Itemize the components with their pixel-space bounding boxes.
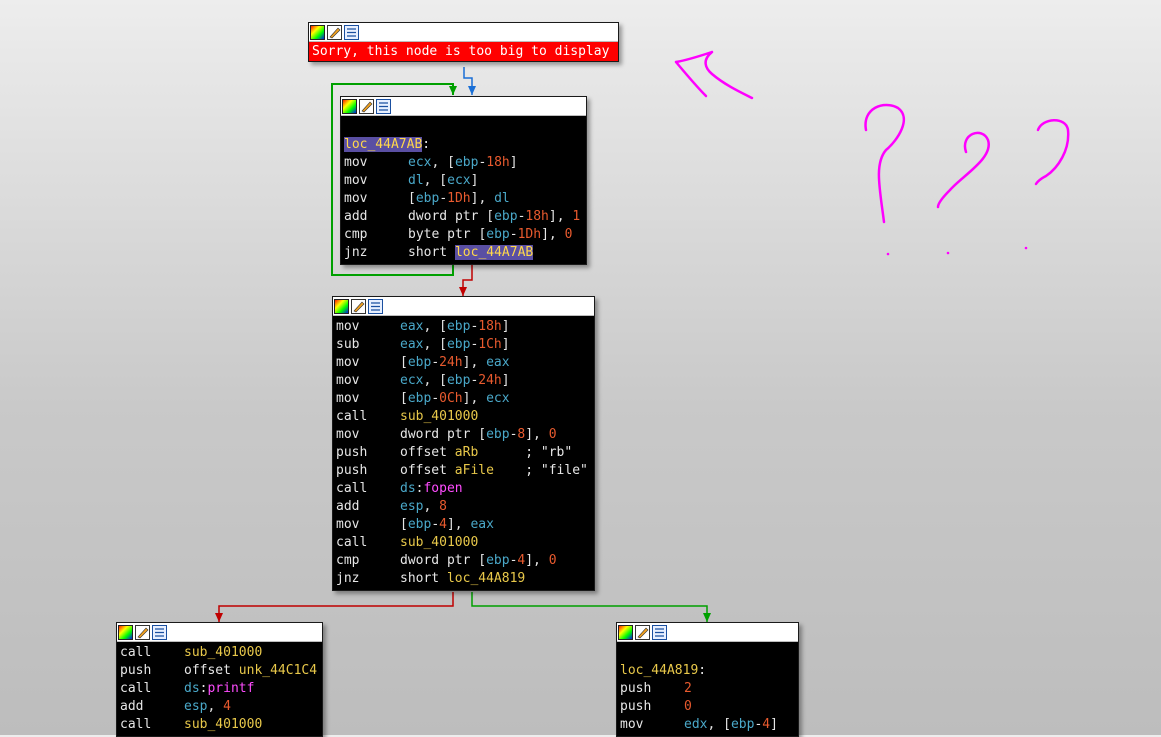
question-mark-3 (1034, 119, 1070, 186)
arrow-scribble (674, 50, 754, 100)
handwritten-annotation (674, 50, 1070, 256)
question-dot-2 (946, 251, 950, 255)
question-mark-2 (936, 131, 990, 209)
question-dot-3 (1024, 246, 1028, 250)
question-dot-1 (886, 252, 890, 256)
graph-view-canvas[interactable]: Sorry, this node is too big to display l… (0, 0, 1161, 737)
question-mark-1 (864, 103, 905, 224)
